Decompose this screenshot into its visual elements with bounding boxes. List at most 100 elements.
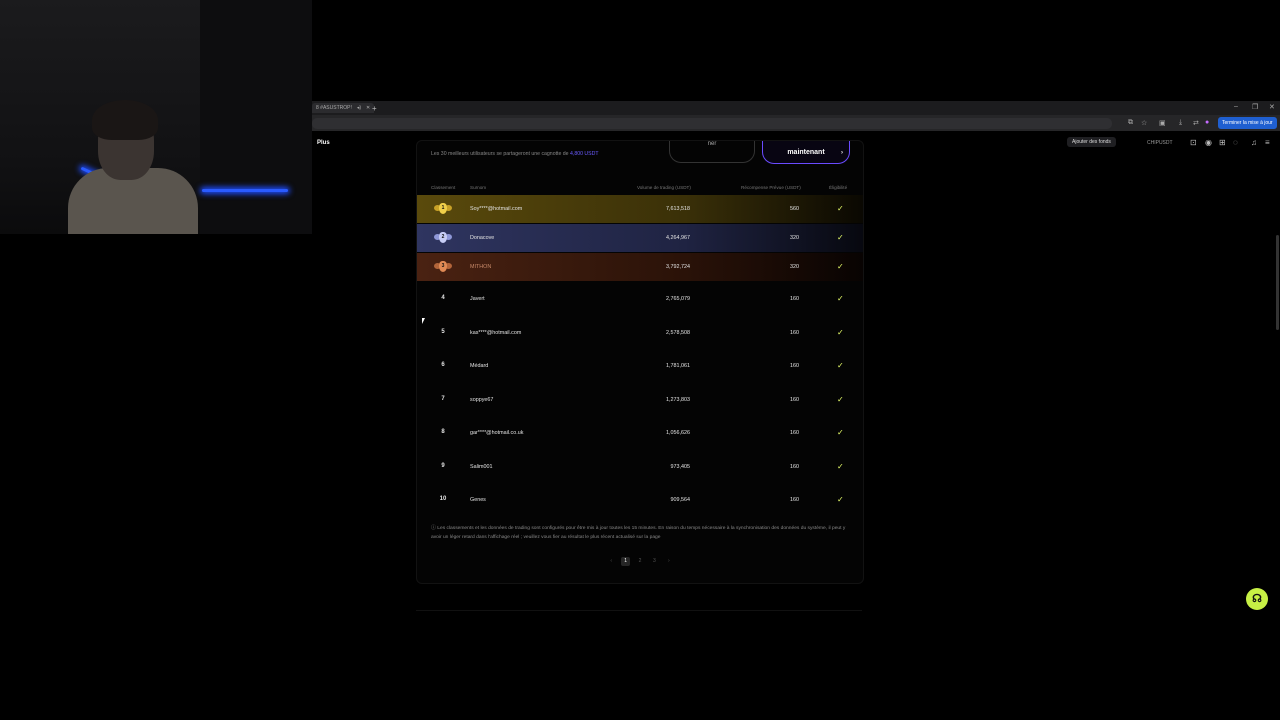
user-icon[interactable]: ◌ [1233,138,1238,147]
row-reward: 560 [790,206,799,212]
check-icon: ✓ [837,328,844,337]
table-row[interactable]: 3 MITHON 3,792,724 320 ✓ [417,253,863,281]
table-row[interactable]: 2 Donacove 4,264,967 320 ✓ [417,224,863,252]
row-reward: 160 [790,430,799,436]
row-user: gar****@hotmail.co.uk [470,430,524,436]
header-user: Surnom [470,185,487,190]
install-icon[interactable]: ⧉ [1128,119,1133,127]
download-app-icon[interactable]: ⊞ [1219,138,1226,147]
leaderboard-panel: Les 30 meilleurs utilisateurs se partage… [416,140,864,584]
row-reward: 160 [790,330,799,336]
page-button[interactable]: 1 [621,557,631,566]
led-strip [202,189,288,192]
table-row[interactable]: 10 Genes 909,564 160 ✓ [417,490,863,510]
bronze-medal-icon: 3 [434,261,452,273]
header-reward: Récompense Prévue (USDT) [741,185,801,190]
webcam-background [200,0,312,234]
url-field[interactable] [312,118,1112,129]
prize-pool-info: Les 30 meilleurs utilisateurs se partage… [431,151,599,157]
update-footnote: ⓘ Les classements et les données de trad… [431,524,851,542]
nav-more[interactable]: Plus [317,140,330,146]
row-reward: 160 [790,397,799,403]
row-user: soppye67 [470,397,494,403]
row-user: kas****@hotmail.com [470,330,522,336]
user-pair-label[interactable]: CHIPUSDT [1147,140,1173,146]
close-icon[interactable]: ✕ [366,105,370,111]
check-icon: ✓ [837,204,844,213]
speaker-icon[interactable]: ◂) [357,105,361,111]
close-window-icon[interactable]: ✕ [1269,103,1275,111]
tab-title: 8 #ASUSTROP! [316,105,352,111]
download-icon[interactable]: ⤓ [1179,119,1182,127]
minimize-icon[interactable]: – [1234,103,1238,110]
table-row[interactable]: 7 soppye67 1,273,803 160 ✓ [417,390,863,410]
row-volume: 1,781,061 [666,363,690,369]
row-reward: 320 [790,235,799,241]
bell-icon[interactable]: ♫ [1251,138,1257,147]
header-rank: Classement [431,185,456,190]
support-chat-icon[interactable]: ☊ [1246,588,1268,610]
address-bar: ⧉ ☆ ▣ ⤓ ⇄ ● Terminer la mise à jour [312,115,1280,131]
check-icon: ✓ [837,233,844,242]
extensions-icon[interactable]: ▣ [1159,119,1166,127]
table-row[interactable]: 9 Salim001 973,405 160 ✓ [417,457,863,477]
prev-page-icon[interactable]: ‹ [607,557,616,566]
row-rank: 7 [441,396,445,402]
row-rank: 10 [439,496,447,502]
mouse-cursor [422,318,425,324]
check-icon: ✓ [837,428,844,437]
row-rank: 6 [441,362,445,368]
row-reward: 320 [790,264,799,270]
table-row[interactable]: 6 Médard 1,781,061 160 ✓ [417,356,863,376]
row-rank: 8 [441,429,445,435]
check-icon: ✓ [837,262,844,271]
add-funds-button[interactable]: Ajouter des fonds [1067,137,1116,147]
row-volume: 7,613,518 [666,206,690,212]
check-icon: ✓ [837,495,844,504]
row-volume: 2,578,508 [666,330,690,336]
page-button[interactable]: 3 [650,557,659,566]
check-icon: ✓ [837,361,844,370]
check-icon: ✓ [837,395,844,404]
footnote-text: Les classements et les données de tradin… [431,526,846,540]
menu-icon[interactable]: ≡ [1265,138,1270,147]
table-row[interactable]: 5 kas****@hotmail.com 2,578,508 160 ✓ [417,323,863,343]
bookmark-star-icon[interactable]: ☆ [1141,119,1147,127]
check-icon: ✓ [837,294,844,303]
section-divider [416,610,862,611]
tab-bar: 8 #ASUSTROP! ◂) ✕ + – ❐ ✕ [312,101,1280,115]
webcam-overlay [0,0,312,234]
gold-medal-icon: 1 [434,203,452,215]
table-row[interactable]: 4 Javert 2,765,079 160 ✓ [417,289,863,309]
new-tab-icon[interactable]: + [372,104,377,113]
wallet-icon[interactable]: ⊡ [1190,138,1197,147]
profile-avatar-icon[interactable]: ● [1205,119,1209,126]
secondary-button[interactable]: ner [669,141,755,163]
scrollbar-thumb[interactable] [1276,235,1279,330]
header-volume: Volume de trading (USDT) [637,185,691,190]
page-button[interactable]: 2 [636,557,645,566]
finish-update-button[interactable]: Terminer la mise à jour [1218,117,1277,129]
chevron-right-icon: › [841,150,843,156]
row-volume: 973,405 [670,464,691,470]
row-reward: 160 [790,464,799,470]
join-now-button[interactable]: maintenant › [762,141,850,164]
prize-amount: 4,800 USDT [570,151,599,157]
header-eligibility: Éligibilité [829,185,848,190]
browser-tab[interactable]: 8 #ASUSTROP! ◂) ✕ [312,103,375,113]
row-user: Soy****@hotmail.com [470,206,523,212]
translate-icon[interactable]: ⇄ [1193,119,1199,127]
table-row[interactable]: 1 Soy****@hotmail.com 7,613,518 560 ✓ [417,195,863,223]
table-row[interactable]: 8 gar****@hotmail.co.uk 1,056,626 160 ✓ [417,423,863,443]
row-volume: 909,564 [670,497,691,503]
pagination: ‹ 1 2 3 › [417,557,863,566]
restore-icon[interactable]: ❐ [1252,103,1258,111]
row-user: Médard [470,363,489,369]
secondary-button-label: ner [707,141,717,147]
row-rank: 9 [441,463,445,469]
next-page-icon[interactable]: › [664,557,673,566]
row-volume: 4,264,967 [666,235,690,241]
prize-info-text: Les 30 meilleurs utilisateurs se partage… [431,151,570,157]
globe-icon[interactable]: ◉ [1205,138,1212,147]
row-user: Javert [470,296,485,302]
